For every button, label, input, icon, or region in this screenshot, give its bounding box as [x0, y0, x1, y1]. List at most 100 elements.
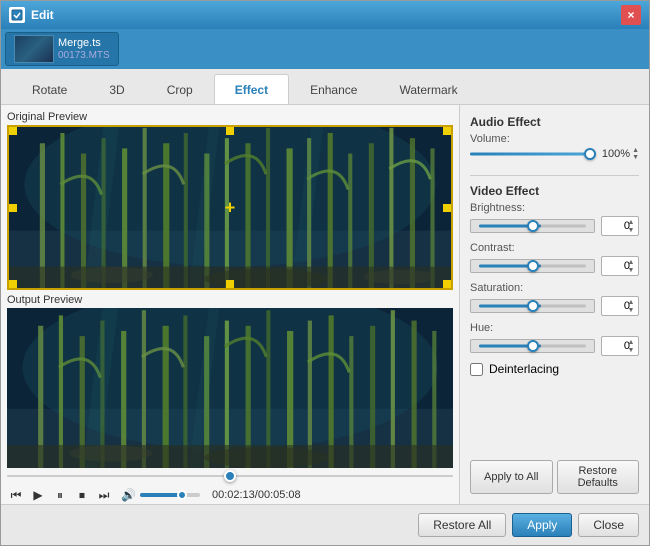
file-tab-sub: 00173.MTS	[58, 50, 110, 61]
sel-handle-bm[interactable]	[226, 280, 234, 288]
saturation-spin-up[interactable]: ▲	[625, 298, 637, 306]
brightness-spinners: ▲ ▼	[625, 218, 637, 234]
volume-slider-container[interactable]	[470, 147, 596, 161]
sel-handle-tl[interactable]	[9, 127, 17, 135]
hue-row: ▲ ▼	[470, 336, 639, 356]
original-video-frame: +	[7, 125, 453, 290]
volume-section: 🔊	[121, 488, 200, 502]
playback-volume-fill	[140, 493, 182, 497]
volume-icon: 🔊	[121, 488, 136, 502]
brightness-label: Brightness:	[470, 202, 639, 214]
sel-handle-tr[interactable]	[443, 127, 451, 135]
contrast-value-box[interactable]: ▲ ▼	[601, 256, 639, 276]
restore-defaults-button[interactable]: Restore Defaults	[557, 460, 640, 494]
tab-watermark[interactable]: Watermark	[378, 74, 478, 104]
volume-thumb[interactable]	[584, 148, 596, 160]
volume-filled-track	[470, 153, 596, 156]
nav-tabs-bar: Rotate 3D Crop Effect Enhance Watermark	[1, 69, 649, 105]
play-button[interactable]: ▶	[29, 486, 47, 504]
tab-rotate[interactable]: Rotate	[11, 74, 88, 104]
volume-value-box: 100% ▲ ▼	[602, 147, 639, 161]
main-content: Original Preview	[1, 105, 649, 504]
tab-enhance[interactable]: Enhance	[289, 74, 378, 104]
hue-value-box[interactable]: ▲ ▼	[601, 336, 639, 356]
playback-controls: ⏮ ▶ ⏸ ⏹ ⏭ 🔊 00:02:13/00:05:08	[7, 484, 453, 504]
volume-spin-up[interactable]: ▲	[632, 147, 639, 154]
restore-all-button[interactable]: Restore All	[418, 513, 506, 537]
volume-row: 100% ▲ ▼	[470, 147, 639, 161]
saturation-label: Saturation:	[470, 282, 639, 294]
timeline-bar[interactable]	[7, 475, 453, 477]
brightness-thumb[interactable]	[527, 220, 539, 232]
tab-3d[interactable]: 3D	[88, 74, 145, 104]
hue-thumb[interactable]	[527, 340, 539, 352]
left-panel: Original Preview	[1, 105, 459, 504]
close-window-button[interactable]: ×	[621, 5, 641, 25]
apply-to-all-button[interactable]: Apply to All	[470, 460, 553, 494]
saturation-row: ▲ ▼	[470, 296, 639, 316]
timeline-thumb[interactable]	[224, 470, 236, 482]
file-tab-name: Merge.ts	[58, 37, 110, 49]
hue-spinners: ▲ ▼	[625, 338, 637, 354]
apply-button[interactable]: Apply	[512, 513, 572, 537]
right-panel-spacer	[470, 382, 639, 448]
crosshair: +	[225, 197, 236, 218]
saturation-thumb[interactable]	[527, 300, 539, 312]
hue-spin-up[interactable]: ▲	[625, 338, 637, 346]
hue-slider[interactable]	[470, 339, 595, 353]
saturation-slider[interactable]	[470, 299, 595, 313]
volume-spin-down[interactable]: ▼	[632, 154, 639, 161]
tab-effect[interactable]: Effect	[214, 74, 289, 104]
time-display: 00:02:13/00:05:08	[212, 489, 301, 501]
sel-handle-rm[interactable]	[443, 204, 451, 212]
contrast-spinners: ▲ ▼	[625, 258, 637, 274]
pause-button[interactable]: ⏸	[51, 486, 69, 504]
brightness-value-box[interactable]: ▲ ▼	[601, 216, 639, 236]
output-video-frame	[7, 308, 453, 468]
brightness-row: ▲ ▼	[470, 216, 639, 236]
deinterlacing-checkbox[interactable]	[470, 363, 483, 376]
hue-spin-down[interactable]: ▼	[625, 346, 637, 354]
title-bar: Edit ×	[1, 1, 649, 29]
playback-volume-thumb[interactable]	[177, 490, 187, 500]
video-effect-title: Video Effect	[470, 184, 639, 198]
hue-label: Hue:	[470, 322, 639, 334]
video-effect-section: Video Effect Brightness: ▲ ▼	[470, 184, 639, 376]
contrast-label: Contrast:	[470, 242, 639, 254]
saturation-spinners: ▲ ▼	[625, 298, 637, 314]
original-preview-section: Original Preview	[7, 111, 453, 290]
skip-start-button[interactable]: ⏮	[7, 486, 25, 504]
contrast-thumb[interactable]	[527, 260, 539, 272]
audio-effect-title: Audio Effect	[470, 115, 639, 129]
audio-effect-section: Audio Effect Volume: 100% ▲ ▼	[470, 115, 639, 167]
deinterlacing-label: Deinterlacing	[489, 362, 559, 376]
playback-volume-slider[interactable]	[140, 493, 200, 497]
contrast-spin-down[interactable]: ▼	[625, 266, 637, 274]
sel-handle-bl[interactable]	[9, 280, 17, 288]
sel-handle-lm[interactable]	[9, 204, 17, 212]
sel-handle-tm[interactable]	[226, 127, 234, 135]
deinterlacing-row: Deinterlacing	[470, 362, 639, 376]
brightness-slider[interactable]	[470, 219, 595, 233]
file-tab-merge[interactable]: Merge.ts 00173.MTS	[5, 32, 119, 66]
brightness-spin-up[interactable]: ▲	[625, 218, 637, 226]
saturation-value-box[interactable]: ▲ ▼	[601, 296, 639, 316]
right-panel-actions: Apply to All Restore Defaults	[470, 460, 639, 494]
section-divider	[470, 175, 639, 176]
window-title: Edit	[31, 8, 621, 22]
stop-button[interactable]: ⏹	[73, 486, 91, 504]
skip-end-button[interactable]: ⏭	[95, 486, 113, 504]
saturation-spin-down[interactable]: ▼	[625, 306, 637, 314]
contrast-spin-up[interactable]: ▲	[625, 258, 637, 266]
tab-crop[interactable]: Crop	[146, 74, 214, 104]
output-preview-label: Output Preview	[7, 294, 453, 306]
output-video-content	[7, 308, 453, 468]
contrast-slider[interactable]	[470, 259, 595, 273]
close-button[interactable]: Close	[578, 513, 639, 537]
bottom-buttons-bar: Restore All Apply Close	[1, 504, 649, 545]
brightness-spin-down[interactable]: ▼	[625, 226, 637, 234]
volume-label: Volume:	[470, 133, 639, 145]
output-preview-section: Output Preview	[7, 294, 453, 468]
sel-handle-br[interactable]	[443, 280, 451, 288]
volume-value: 100%	[602, 148, 630, 160]
